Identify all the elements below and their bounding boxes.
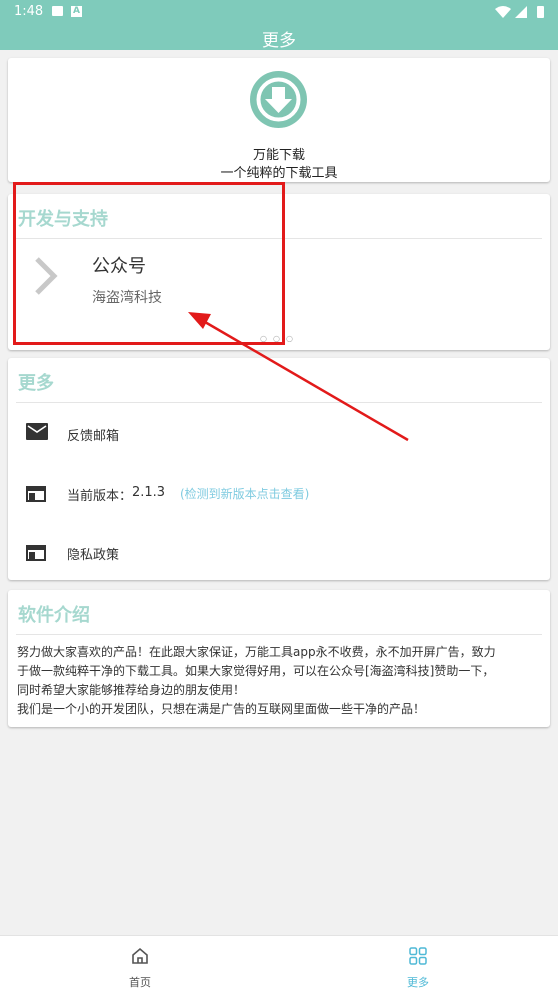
nav-more-label: 更多 xyxy=(407,976,429,989)
grid-icon xyxy=(409,947,427,965)
nav-more-tab[interactable]: 更多 xyxy=(389,944,447,989)
nav-home-label: 首页 xyxy=(129,976,151,989)
bottom-navigation: 首页 更多 xyxy=(0,935,558,992)
annotation-arrow-icon xyxy=(188,312,409,442)
home-icon xyxy=(132,947,148,964)
nav-home-tab[interactable]: 首页 xyxy=(111,944,169,989)
